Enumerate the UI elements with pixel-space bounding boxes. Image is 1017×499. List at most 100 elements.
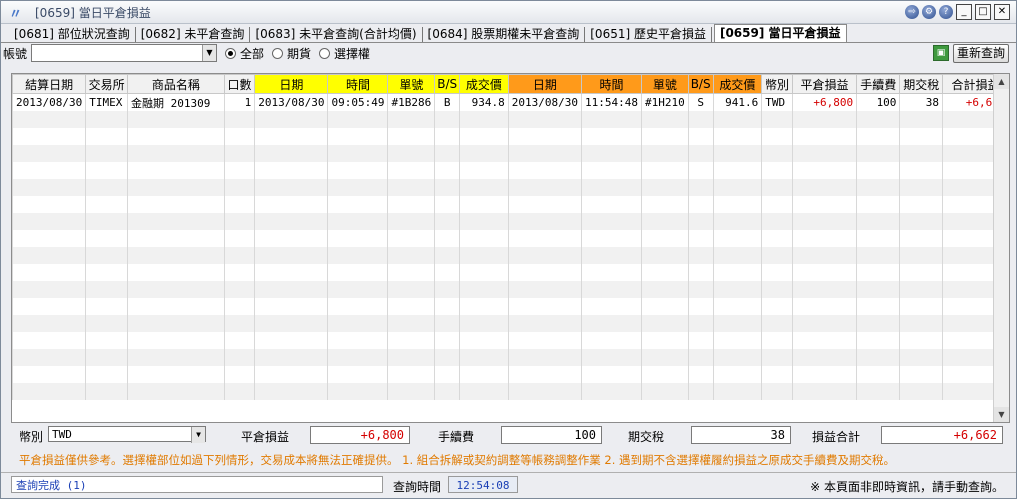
empty-cell (126, 247, 225, 264)
empty-cell (12, 332, 86, 349)
summary-fee-value: 100 (501, 426, 602, 444)
table-row-empty (12, 179, 1009, 196)
chevron-down-icon[interactable]: ▼ (191, 427, 205, 443)
empty-cell (856, 179, 900, 196)
empty-cell (761, 162, 793, 179)
radio-options[interactable]: 選擇權 (319, 45, 370, 62)
empty-cell (856, 281, 900, 298)
radio-all[interactable]: 全部 (225, 45, 264, 62)
scroll-down-icon[interactable]: ▼ (994, 407, 1009, 422)
empty-cell (459, 213, 509, 230)
empty-cell (223, 128, 255, 145)
maximize-button[interactable]: □ (975, 4, 991, 20)
empty-cell (223, 196, 255, 213)
empty-cell (687, 179, 714, 196)
empty-cell (761, 247, 793, 264)
excel-export-icon[interactable]: ▣ (933, 45, 949, 61)
table-row-empty (12, 196, 1009, 213)
col-close-date[interactable]: 日期 (507, 74, 582, 94)
col-open-order[interactable]: 單號 (387, 74, 436, 94)
cell-open-order: #1B286 (387, 93, 435, 111)
table-row-empty (12, 366, 1009, 383)
empty-cell (761, 230, 793, 247)
empty-cell (712, 332, 762, 349)
radio-options-label: 選擇權 (334, 46, 371, 61)
tab-0681[interactable]: [0681] 部位狀況查詢 (9, 27, 136, 42)
col-open-bs[interactable]: B/S (434, 74, 461, 94)
minimize-button[interactable]: _ (956, 4, 972, 20)
empty-cell (899, 383, 943, 400)
col-close-order[interactable]: 單號 (640, 74, 689, 94)
col-open-price[interactable]: 成交價 (459, 74, 509, 94)
empty-cell (899, 264, 943, 281)
empty-cell (223, 298, 255, 315)
empty-cell (85, 247, 128, 264)
radio-options-indicator[interactable] (319, 47, 331, 59)
currency-select[interactable]: TWD ▼ (48, 426, 206, 443)
empty-cell (687, 366, 714, 383)
empty-cell (507, 145, 582, 162)
refresh-button[interactable]: 重新查詢 (953, 44, 1009, 63)
empty-cell (85, 366, 128, 383)
empty-cell (580, 179, 642, 196)
chevron-down-icon[interactable]: ▼ (202, 45, 216, 61)
tab-0684[interactable]: [0684] 股票期權未平倉查詢 (423, 27, 586, 42)
empty-cell (687, 213, 714, 230)
empty-cell (387, 366, 435, 383)
close-button[interactable]: ✕ (994, 4, 1010, 20)
empty-cell (640, 332, 689, 349)
empty-cell (507, 332, 582, 349)
empty-cell (85, 230, 128, 247)
empty-cell (640, 128, 689, 145)
col-close-time[interactable]: 時間 (580, 74, 642, 94)
radio-futures[interactable]: 期貨 (272, 45, 311, 62)
empty-cell (126, 111, 225, 128)
tab-0659[interactable]: [0659] 當日平倉損益 (713, 24, 847, 42)
table-row[interactable]: 2013/08/30 TIMEX 金融期 201309 1 2013/08/30… (12, 93, 1009, 111)
empty-cell (387, 315, 435, 332)
col-qty[interactable]: 口數 (223, 74, 256, 94)
radio-futures-indicator[interactable] (272, 47, 284, 59)
col-settle-date[interactable]: 結算日期 (12, 74, 87, 94)
empty-cell (791, 315, 857, 332)
col-open-time[interactable]: 時間 (327, 74, 389, 94)
help-icon[interactable]: ? (939, 5, 953, 19)
empty-cell (223, 383, 255, 400)
empty-cell (387, 162, 435, 179)
vertical-scrollbar[interactable]: ▲ ▼ (993, 74, 1009, 422)
col-close-price[interactable]: 成交價 (712, 74, 763, 94)
empty-cell (387, 111, 435, 128)
empty-cell (899, 281, 943, 298)
account-select[interactable]: ▼ (31, 44, 217, 62)
tab-0683[interactable]: [0683] 未平倉查詢(合計均價) (250, 27, 423, 42)
empty-cell (687, 332, 714, 349)
empty-cell (223, 111, 255, 128)
col-open-date[interactable]: 日期 (254, 74, 329, 94)
summary-pnl-value: +6,800 (310, 426, 410, 444)
radio-all-indicator[interactable] (225, 47, 236, 59)
table-row-empty (12, 128, 1009, 145)
scroll-up-icon[interactable]: ▲ (994, 74, 1009, 89)
settings-icon[interactable]: ⚙ (922, 5, 936, 19)
empty-cell (761, 196, 793, 213)
empty-cell (12, 179, 86, 196)
table-row-empty (12, 349, 1009, 366)
col-fee[interactable]: 手續費 (856, 74, 901, 94)
col-tax[interactable]: 期交稅 (899, 74, 943, 94)
empty-cell (254, 213, 328, 230)
empty-cell (459, 332, 509, 349)
empty-cell (640, 264, 689, 281)
empty-cell (761, 349, 793, 366)
col-product[interactable]: 商品名稱 (126, 74, 225, 94)
col-exchange[interactable]: 交易所 (85, 74, 128, 94)
col-close-bs[interactable]: B/S (687, 74, 714, 94)
empty-cell (640, 281, 689, 298)
cell-settle-date: 2013/08/30 (12, 93, 86, 111)
tab-0651[interactable]: [0651] 歷史平倉損益 (585, 27, 712, 42)
tab-0682[interactable]: [0682] 未平倉查詢 (136, 27, 251, 42)
empty-cell (791, 111, 857, 128)
app-logo-icon: 〃 (9, 6, 23, 22)
redirect-icon[interactable]: ⇨ (905, 5, 919, 19)
col-realized-pnl[interactable]: 平倉損益 (791, 74, 858, 94)
col-currency[interactable]: 幣別 (761, 74, 793, 94)
